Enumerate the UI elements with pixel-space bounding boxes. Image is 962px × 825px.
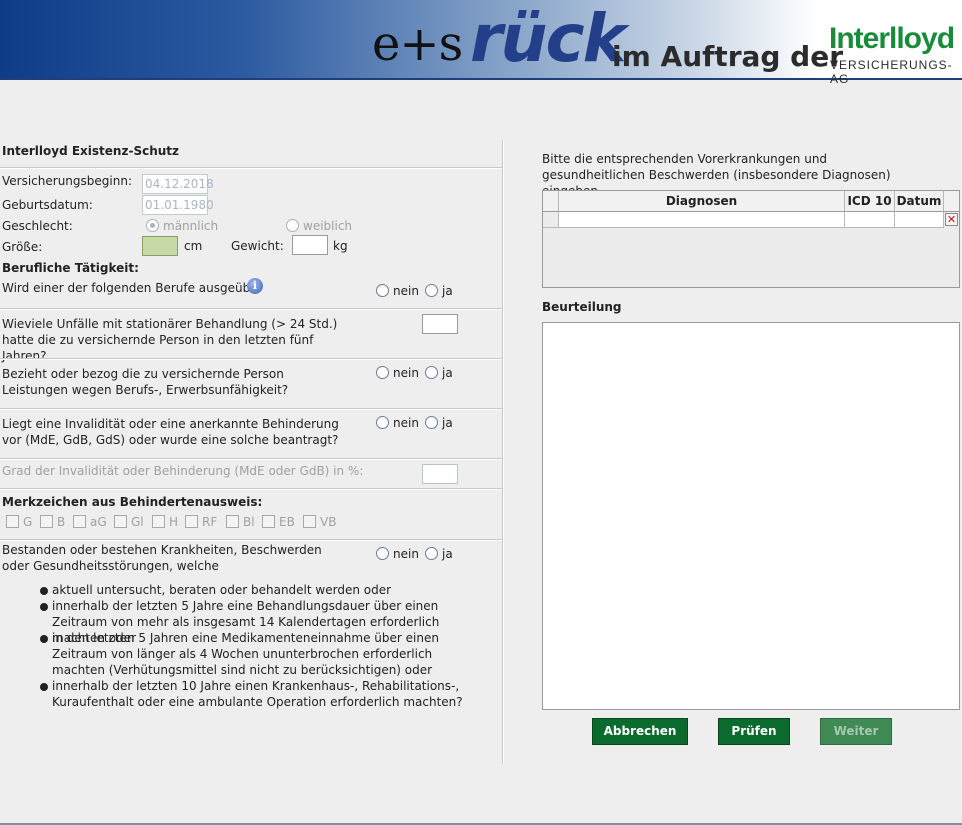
groesse-input[interactable] (142, 236, 178, 256)
merkzeichen-checkbox-b[interactable] (40, 515, 53, 528)
bullet (40, 587, 48, 595)
invaliditaet-question: Liegt eine Invalidität oder eine anerkan… (2, 417, 339, 447)
logo-versicherungs-ag: VERSICHERUNGS-AG (830, 58, 953, 86)
krankheiten-question: Bestanden oder bestehen Krankheiten, Bes… (2, 543, 322, 573)
logo-rueck: rück (470, 0, 627, 77)
beruf-ja-radio[interactable] (425, 284, 438, 297)
divider (0, 458, 502, 460)
merkzeichen-label-rf: RF (202, 515, 218, 529)
bullet (40, 603, 48, 611)
divider (0, 408, 502, 410)
geschlecht-maennlich-radio[interactable] (146, 219, 159, 232)
weiter-button[interactable]: Weiter (820, 718, 892, 745)
gewicht-unit: kg (333, 239, 348, 253)
krankheiten-nein-radio[interactable] (376, 547, 389, 560)
unfaelle-input[interactable] (422, 314, 458, 334)
leistungen-ja-radio[interactable] (425, 366, 438, 379)
info-icon[interactable]: i (247, 278, 263, 294)
beurteilung-textarea[interactable] (542, 322, 960, 710)
merkzeichen-label-b: B (57, 515, 66, 529)
merkzeichen-label-bl: Bl (243, 515, 255, 529)
pruefen-button[interactable]: Prüfen (718, 718, 790, 745)
merkzeichen-checkbox-bl[interactable] (226, 515, 239, 528)
groesse-label: Größe: (2, 240, 43, 254)
merkzeichen-label-eb: EB (279, 515, 295, 529)
geburtsdatum-label: Geburtsdatum: (2, 198, 93, 212)
divider (0, 488, 502, 490)
merkzeichen-label-g: G (23, 515, 33, 529)
merkzeichen-checkbox-h[interactable] (152, 515, 165, 528)
row-selector[interactable] (543, 212, 559, 228)
beruf-heading: Berufliche Tätigkeit: (2, 261, 139, 275)
grad-input[interactable] (422, 464, 458, 484)
merkzeichen-checkbox-ag[interactable] (73, 515, 86, 528)
gewicht-input[interactable] (292, 235, 328, 255)
versicherungsbeginn-label: Versicherungsbeginn: (2, 174, 132, 188)
banner-divider (0, 78, 962, 80)
divider (0, 539, 502, 541)
geburtsdatum-field[interactable]: 01.01.1980 (142, 195, 214, 215)
column-header-diagnosen[interactable]: Diagnosen (559, 191, 845, 212)
krankheiten-ja-label: ja (442, 547, 453, 561)
beruf-question: Wird einer der folgenden Berufe ausgeübt… (2, 281, 262, 295)
table-corner (543, 191, 559, 212)
beruf-ja-label: ja (442, 284, 453, 298)
merkzeichen-label-h: H (169, 515, 179, 529)
invaliditaet-ja-radio[interactable] (425, 416, 438, 429)
invaliditaet-nein-label: nein (393, 416, 419, 430)
unfaelle-question: Wieviele Unfälle mit stationärer Behandl… (2, 317, 338, 363)
geschlecht-weiblich-radio[interactable] (286, 219, 299, 232)
logo-auftrag-text: im Auftrag der (612, 40, 844, 73)
logo-es: e+s (372, 16, 463, 72)
grad-label: Grad der Invalidität oder Behinderung (M… (2, 464, 364, 478)
column-header-action (944, 191, 959, 212)
column-header-icd10[interactable]: ICD 10 (845, 191, 895, 212)
invaliditaet-ja-label: ja (442, 416, 453, 430)
bullet-text-3: in den letzten 5 Jahren eine Medikamente… (52, 631, 439, 677)
bullet (40, 635, 48, 643)
leistungen-question: Bezieht oder bezog die zu versichernde P… (2, 367, 289, 397)
datum-cell[interactable] (895, 212, 944, 228)
merkzeichen-label-vb: VB (320, 515, 337, 529)
merkzeichen-label-ag: aG (90, 515, 107, 529)
geschlecht-label: Geschlecht: (2, 219, 73, 233)
beruf-nein-label: nein (393, 284, 419, 298)
leistungen-ja-label: ja (442, 366, 453, 380)
beruf-nein-radio[interactable] (376, 284, 389, 297)
groesse-unit: cm (184, 239, 203, 253)
divider (0, 358, 502, 360)
merkzeichen-checkbox-vb[interactable] (303, 515, 316, 528)
column-divider (502, 140, 504, 764)
merkzeichen-checkbox-g[interactable] (6, 515, 19, 528)
leistungen-nein-label: nein (393, 366, 419, 380)
gewicht-label: Gewicht: (231, 239, 284, 253)
merkzeichen-heading: Merkzeichen aus Behindertenausweis: (2, 495, 263, 509)
invaliditaet-nein-radio[interactable] (376, 416, 389, 429)
krankheiten-ja-radio[interactable] (425, 547, 438, 560)
merkzeichen-checkbox-rf[interactable] (185, 515, 198, 528)
icd10-cell[interactable] (845, 212, 895, 228)
leistungen-nein-radio[interactable] (376, 366, 389, 379)
divider (0, 308, 502, 310)
delete-row-icon[interactable]: ✕ (945, 213, 958, 226)
bullet-text-4: innerhalb der letzten 10 Jahre einen Kra… (52, 679, 463, 709)
logo-interlloyd: Interlloyd (829, 22, 955, 55)
merkzeichen-label-gl: Gl (131, 515, 144, 529)
abbrechen-button[interactable]: Abbrechen (592, 718, 688, 745)
merkzeichen-checkbox-gl[interactable] (114, 515, 127, 528)
krankheiten-nein-label: nein (393, 547, 419, 561)
bullet (40, 683, 48, 691)
geschlecht-weiblich-label: weiblich (303, 219, 353, 233)
diagnose-cell[interactable] (559, 212, 845, 228)
column-header-datum[interactable]: Datum (895, 191, 944, 212)
bullet-text-1: aktuell untersucht, beraten oder behande… (52, 583, 392, 597)
merkzeichen-checkbox-eb[interactable] (262, 515, 275, 528)
beurteilung-label: Beurteilung (542, 300, 622, 314)
geschlecht-maennlich-label: männlich (163, 219, 219, 233)
divider (0, 167, 502, 169)
diagnosen-table: Diagnosen ICD 10 Datum ✕ (542, 190, 960, 288)
form-title: Interlloyd Existenz-Schutz (2, 144, 179, 158)
versicherungsbeginn-field[interactable]: 04.12.2018 (142, 174, 214, 194)
